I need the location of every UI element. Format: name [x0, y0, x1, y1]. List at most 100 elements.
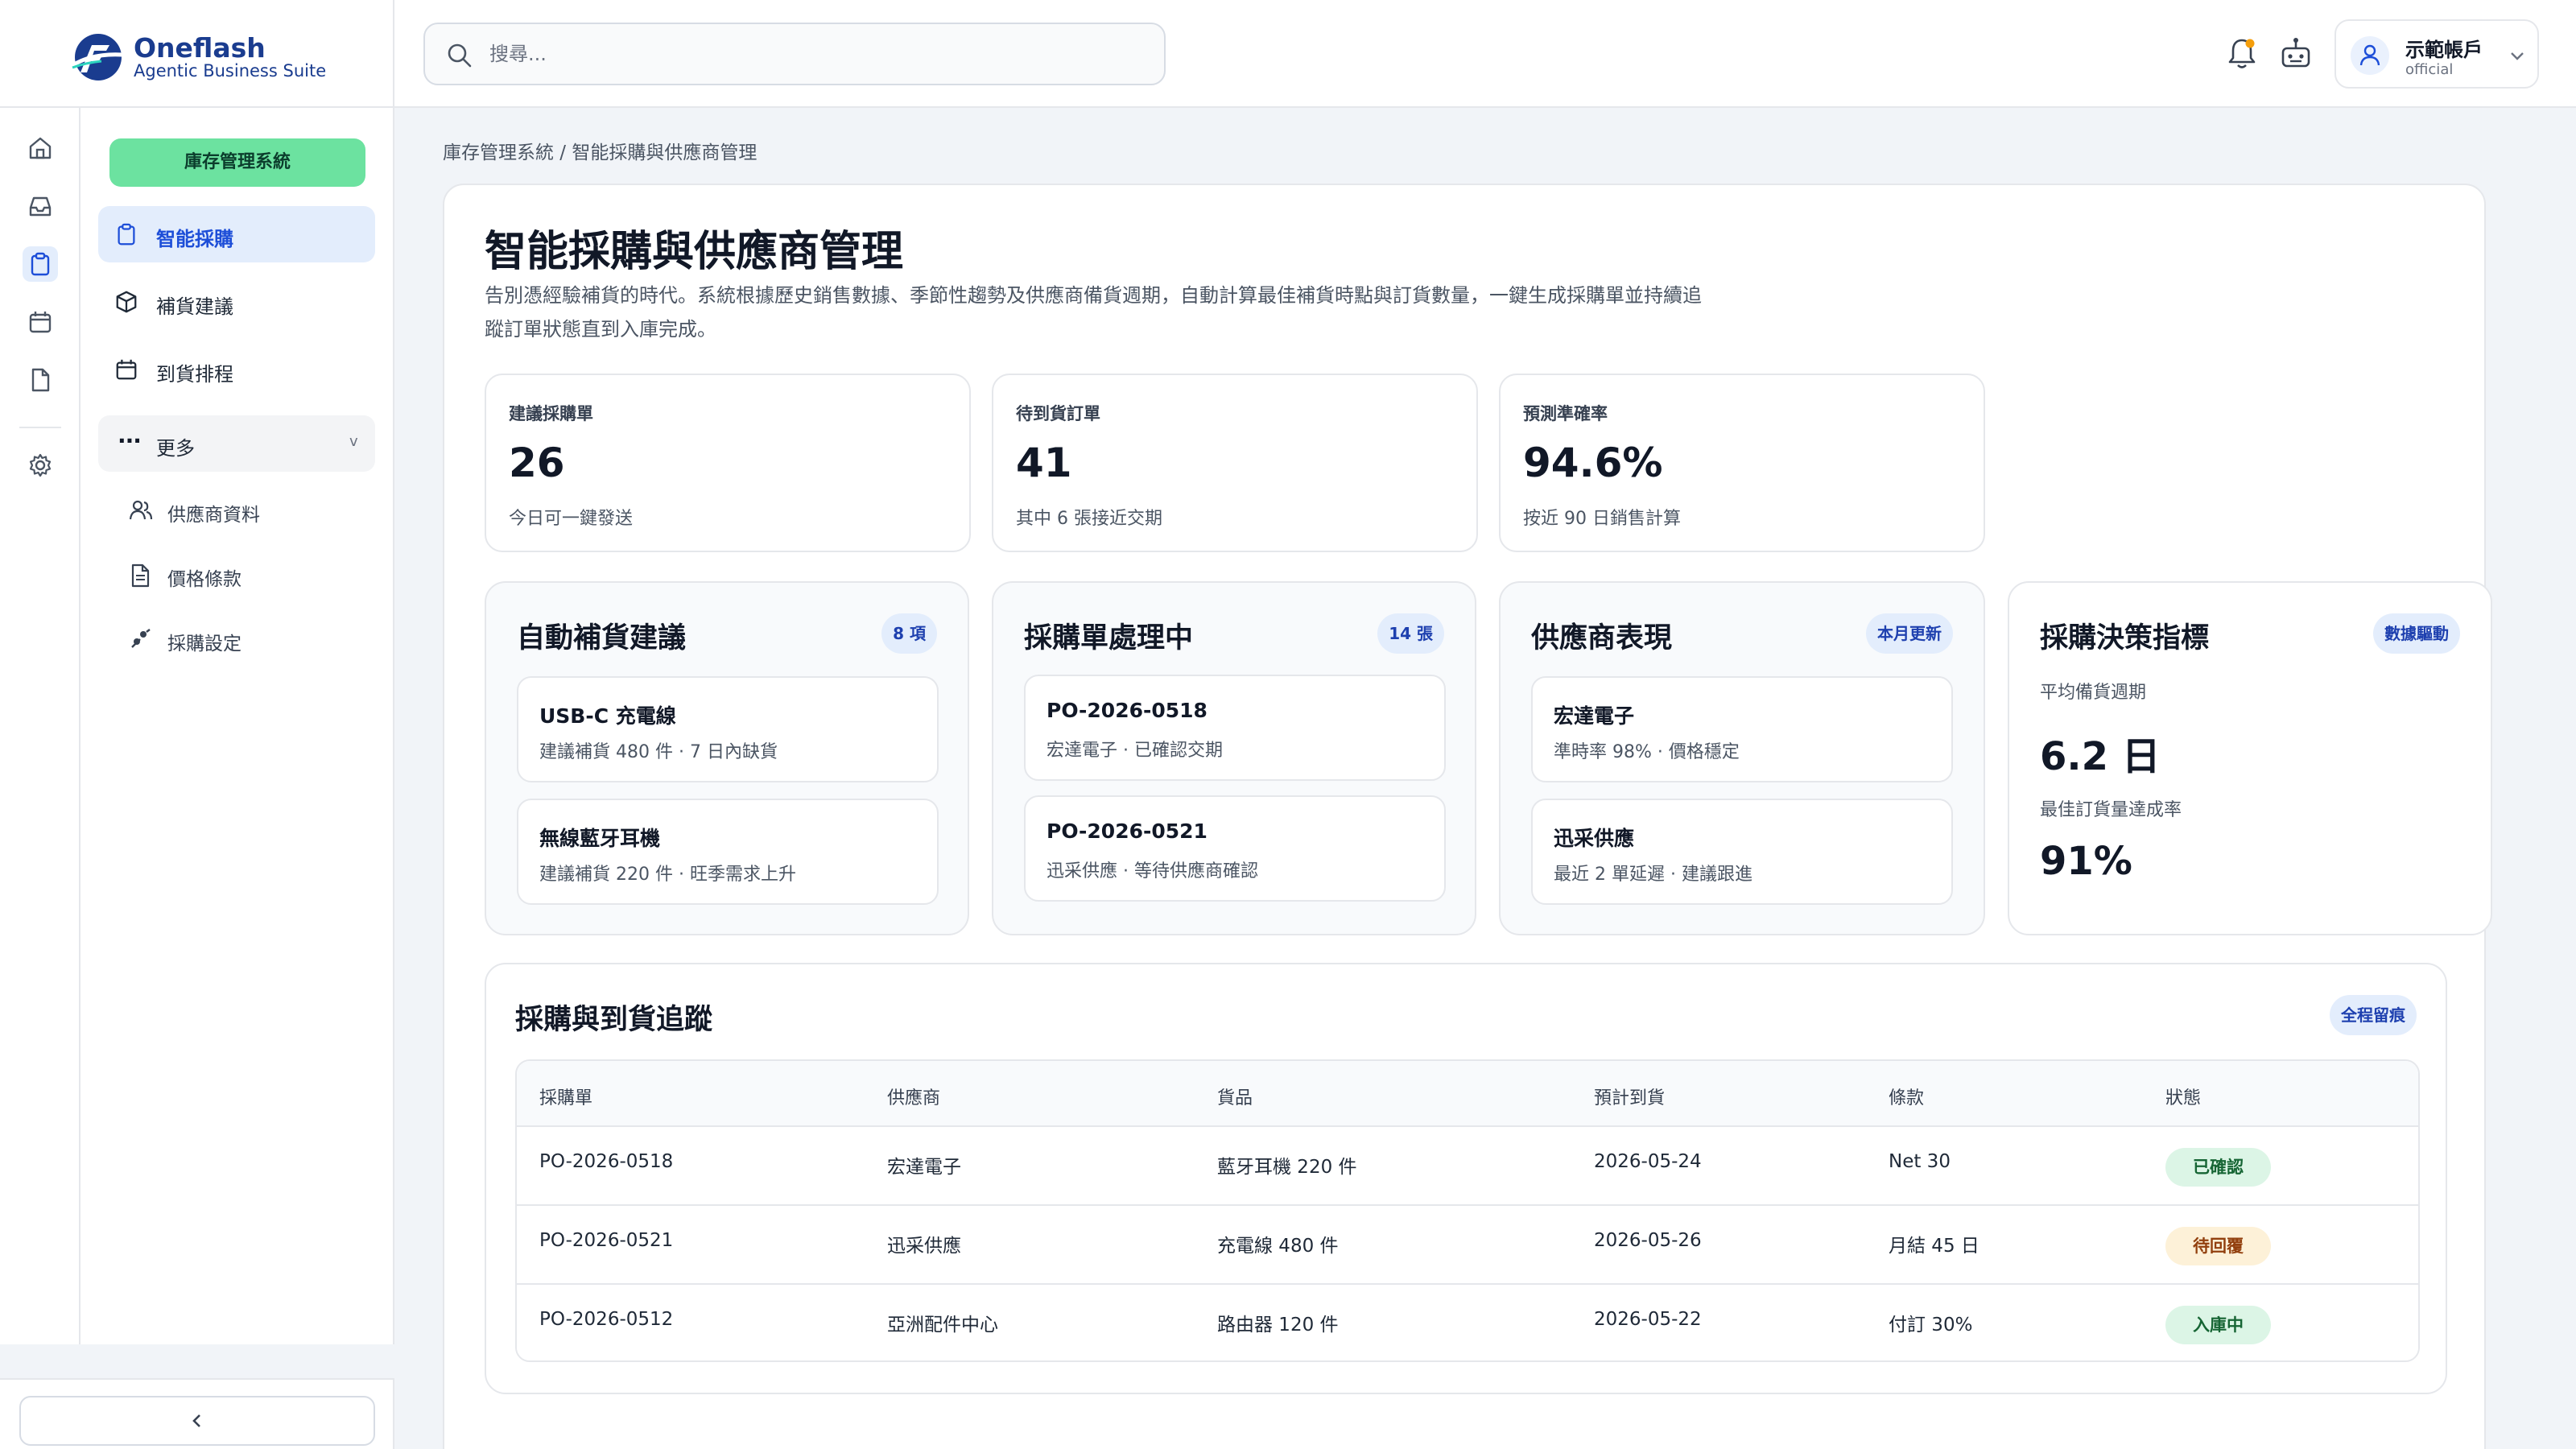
item-sub: 宏達電子 · 已確認交期 [1046, 741, 1223, 761]
search-icon [448, 43, 472, 68]
search-box[interactable] [423, 23, 1166, 85]
item-title: PO-2026-0518 [1046, 699, 1208, 722]
settings-sliders-icon [131, 629, 151, 648]
sidebar-more-toggle[interactable]: ··· 更多 v [98, 415, 375, 472]
account-role: official [2405, 61, 2454, 78]
calendar-icon [29, 312, 52, 333]
sidebar-item-procurement-settings[interactable]: 採購設定 [126, 615, 375, 663]
collapse-sidebar-button[interactable] [19, 1396, 375, 1446]
breadcrumb[interactable]: 庫存管理系統 / 智能採購與供應商管理 [443, 137, 757, 164]
document-icon [31, 368, 50, 392]
cell-goods: 路由器 120 件 [1217, 1315, 1339, 1335]
top-header: 示範帳戶 official [394, 0, 2576, 108]
table-header: 採購單 供應商 貨品 預計到貨 條款 狀態 [517, 1061, 2418, 1127]
sidebar: 庫存管理系統 智能採購 補貨建議 到貨排程 ··· 更多 v 供應商資料 價格條… [80, 108, 394, 1344]
sidebar-item-restock-suggestions[interactable]: 補貨建議 [98, 274, 375, 330]
cell-supplier: 宏達電子 [887, 1157, 961, 1178]
item-title: 迅采供應 [1554, 827, 1635, 850]
restock-item[interactable]: USB-C 充電線 建議補貨 480 件 · 7 日內缺貨 [517, 676, 939, 782]
rail-calendar-button[interactable] [23, 304, 58, 340]
item-sub: 準時率 98% · 價格穩定 [1554, 742, 1740, 762]
cell-eta: 2026-05-22 [1594, 1309, 1702, 1330]
item-title: PO-2026-0521 [1046, 819, 1208, 843]
column-header[interactable]: 供應商 [887, 1084, 940, 1109]
cell-goods: 充電線 480 件 [1217, 1236, 1339, 1257]
calendar-icon [116, 359, 137, 380]
metric-label: 平均備貨週期 [2040, 683, 2147, 703]
cell-eta: 2026-05-26 [1594, 1230, 1702, 1251]
item-title: 宏達電子 [1554, 704, 1635, 728]
column-header[interactable]: 預計到貨 [1594, 1084, 1665, 1109]
clipboard-icon [118, 223, 135, 246]
stat-sub: 今日可一鍵發送 [509, 509, 634, 529]
table-row[interactable]: PO-2026-0518 宏達電子 藍牙耳機 220 件 2026-05-24 … [517, 1127, 2418, 1206]
column-header[interactable]: 採購單 [539, 1084, 592, 1109]
rail-inbox-button[interactable] [23, 188, 58, 224]
notification-bell-icon[interactable] [2225, 35, 2259, 71]
rail-divider [19, 427, 61, 428]
table-row[interactable]: PO-2026-0521 迅采供應 充電線 480 件 2026-05-26 月… [517, 1206, 2418, 1285]
item-title: 無線藍牙耳機 [539, 827, 661, 850]
metric-value: 91% [2040, 839, 2132, 884]
stat-sub: 其中 6 張接近交期 [1016, 509, 1162, 529]
avatar [2351, 36, 2389, 75]
supplier-item[interactable]: 宏達電子 準時率 98% · 價格穩定 [1531, 676, 1953, 782]
sidebar-item-price-terms[interactable]: 價格條款 [126, 551, 375, 599]
cell-terms: Net 30 [1889, 1151, 1951, 1172]
user-icon [2359, 44, 2380, 66]
sidebar-item-label: 到貨排程 [156, 363, 233, 386]
logo-area: Oneflash Agentic Business Suite [0, 0, 394, 108]
sidebar-item-supplier-data[interactable]: 供應商資料 [126, 486, 375, 535]
po-item[interactable]: PO-2026-0518 宏達電子 · 已確認交期 [1024, 675, 1446, 781]
system-switch-button[interactable]: 庫存管理系統 [109, 138, 365, 187]
rail-document-button[interactable] [23, 362, 58, 398]
rail-home-button[interactable] [23, 130, 58, 166]
data-driven-badge: 數據驅動 [2373, 613, 2460, 654]
cell-po: PO-2026-0512 [539, 1309, 674, 1330]
item-sub: 建議補貨 220 件 · 旺季需求上升 [539, 865, 796, 885]
sidebar-item-arrival-schedule[interactable]: 到貨排程 [98, 341, 375, 398]
document-icon [131, 564, 150, 588]
stat-value: 94.6% [1523, 440, 1663, 486]
stat-value: 26 [509, 440, 565, 486]
decision-metrics-card: 採購決策指標 數據驅動 平均備貨週期 6.2 日 最佳訂貨量達成率 91% [2008, 581, 2492, 935]
oneflash-logo-icon [72, 34, 123, 80]
clipboard-icon [31, 252, 50, 276]
cell-supplier: 迅采供應 [887, 1236, 961, 1257]
supplier-item[interactable]: 迅采供應 最近 2 單延遲 · 建議跟進 [1531, 799, 1953, 905]
column-header[interactable]: 狀態 [2165, 1084, 2201, 1109]
sidebar-item-smart-procurement[interactable]: 智能採購 [98, 206, 375, 262]
po-item[interactable]: PO-2026-0521 迅采供應 · 等待供應商確認 [1024, 795, 1446, 902]
stat-card-suggested-po: 建議採購單 26 今日可一鍵發送 [485, 374, 971, 552]
page-title: 智能採購與供應商管理 [485, 228, 904, 276]
cell-terms: 付訂 30% [1889, 1315, 1973, 1335]
gear-icon [29, 453, 52, 477]
chevron-down-icon [2511, 52, 2524, 60]
cell-po: PO-2026-0521 [539, 1230, 674, 1251]
count-badge: 8 項 [881, 613, 937, 654]
cell-eta: 2026-05-24 [1594, 1151, 1702, 1172]
stat-card-pending-orders: 待到貨訂單 41 其中 6 張接近交期 [992, 374, 1478, 552]
ai-agent-icon[interactable] [2278, 35, 2314, 71]
status-badge: 已確認 [2165, 1148, 2271, 1187]
search-input[interactable] [489, 35, 1133, 72]
stat-sub: 按近 90 日銷售計算 [1523, 509, 1681, 529]
cell-supplier: 亞洲配件中心 [887, 1315, 998, 1335]
column-header[interactable]: 條款 [1889, 1084, 1924, 1109]
card-title: 採購決策指標 [2040, 622, 2210, 654]
table-row[interactable]: PO-2026-0512 亞洲配件中心 路由器 120 件 2026-05-22… [517, 1285, 2418, 1360]
app-tagline: Agentic Business Suite [134, 61, 327, 80]
rail-procurement-button[interactable] [23, 246, 58, 282]
account-menu[interactable]: 示範帳戶 official [2334, 19, 2539, 89]
card-title: 供應商表現 [1531, 622, 1673, 654]
rail-settings-button[interactable] [23, 448, 58, 483]
column-header[interactable]: 貨品 [1217, 1084, 1253, 1109]
auto-restock-card: 自動補貨建議 8 項 USB-C 充電線 建議補貨 480 件 · 7 日內缺貨… [485, 581, 969, 935]
status-badge: 待回覆 [2165, 1227, 2271, 1265]
inbox-icon [29, 196, 52, 217]
cell-goods: 藍牙耳機 220 件 [1217, 1157, 1357, 1178]
main-panel: 智能採購與供應商管理 告別憑經驗補貨的時代。系統根據歷史銷售數據、季節性趨勢及供… [443, 184, 2492, 1449]
restock-item[interactable]: 無線藍牙耳機 建議補貨 220 件 · 旺季需求上升 [517, 799, 939, 905]
sidebar-item-label: 供應商資料 [167, 505, 260, 526]
account-name: 示範帳戶 [2405, 39, 2483, 61]
